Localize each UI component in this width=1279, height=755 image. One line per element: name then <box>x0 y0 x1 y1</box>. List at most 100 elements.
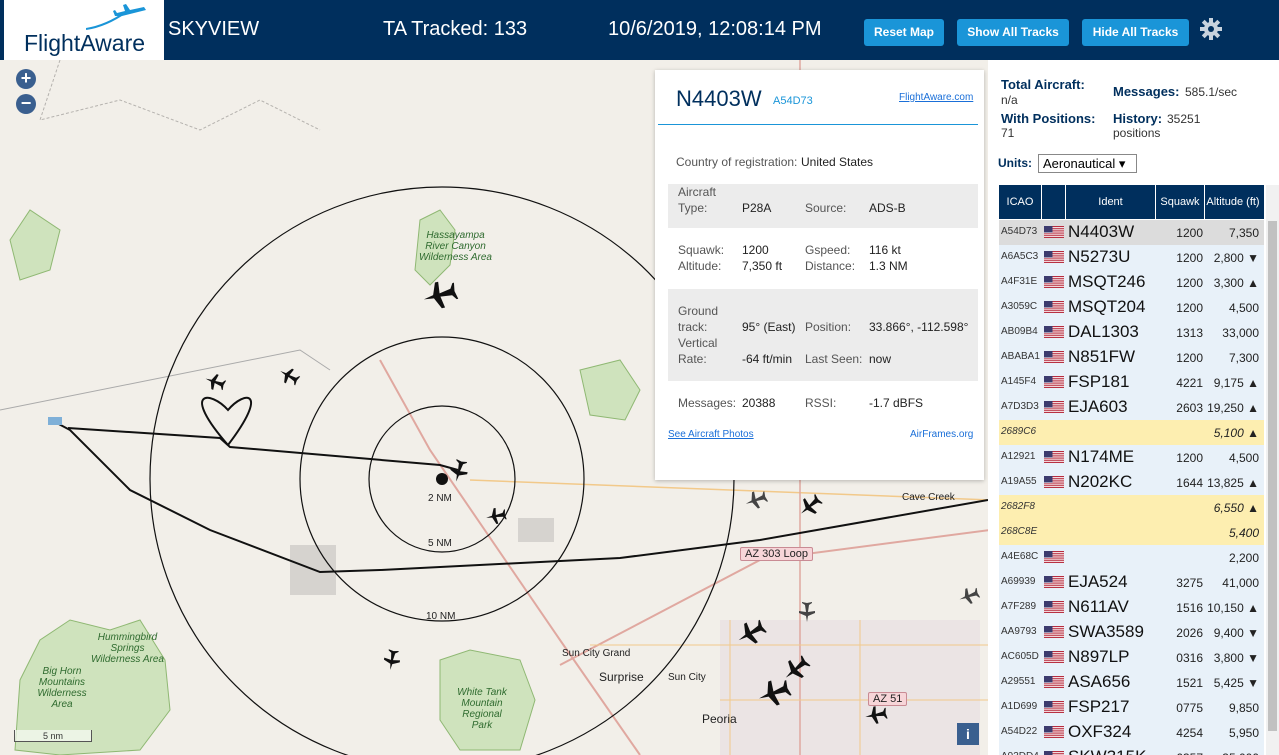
aircraft-icon[interactable] <box>203 370 227 394</box>
reset-map-button[interactable]: Reset Map <box>864 19 944 46</box>
icao-cell: A4E68C <box>1001 551 1039 562</box>
squawk-cell: 1521 <box>1176 676 1203 690</box>
squawk-cell: 1516 <box>1176 601 1203 615</box>
plane-logo-icon <box>86 4 146 30</box>
messages-label: Messages: <box>678 396 737 410</box>
urban-block <box>518 518 554 542</box>
park-label: Big Horn Mountains Wilderness Area <box>37 666 87 710</box>
popup-ident: N4403W <box>676 86 762 111</box>
column-header-flag[interactable] <box>1042 185 1066 219</box>
aircraft-icon[interactable] <box>755 674 793 712</box>
table-header: ICAO Ident Squawk Altitude (ft) <box>999 185 1264 219</box>
aircraft-photos-link[interactable]: See Aircraft Photos <box>668 429 754 440</box>
table-row[interactable]: A69939 EJA524 3275 41,000 <box>999 570 1264 595</box>
table-row[interactable]: ABABA1 N851FW 1200 7,300 <box>999 345 1264 370</box>
altitude-cell: 9,400 ▼ <box>1213 626 1259 640</box>
us-flag-icon <box>1044 551 1064 563</box>
table-row[interactable]: A6A5C3 N5273U 1200 2,800 ▼ <box>999 245 1264 270</box>
icao-cell: A7D3D3 <box>1001 401 1039 412</box>
map-scale: 5 nm <box>14 730 92 742</box>
table-row[interactable]: A19A55 N202KC 1644 13,825 ▲ <box>999 470 1264 495</box>
table-row[interactable]: A4E68C 2,200 <box>999 545 1264 570</box>
us-flag-icon <box>1044 701 1064 713</box>
show-all-tracks-button[interactable]: Show All Tracks <box>957 19 1069 46</box>
ident-cell: N851FW <box>1068 347 1136 366</box>
ident-cell: N202KC <box>1068 472 1133 491</box>
units-select[interactable]: Aeronautical ▾ <box>1038 154 1137 173</box>
table-row[interactable]: A1D699 FSP217 0775 9,850 <box>999 695 1264 720</box>
aircraft-icon[interactable] <box>743 487 769 513</box>
table-row[interactable]: A54D73 N4403W 1200 7,350 <box>999 220 1264 245</box>
icao-cell: A7F289 <box>1001 601 1037 612</box>
aircraft-icon[interactable] <box>734 616 768 650</box>
table-row[interactable]: A12921 N174ME 1200 4,500 <box>999 445 1264 470</box>
aircraft-icon[interactable] <box>795 600 819 624</box>
table-row[interactable]: A7F289 N611AV 1516 10,150 ▲ <box>999 595 1264 620</box>
table-row[interactable]: 2689C6 5,100 ▲ <box>999 420 1264 445</box>
us-flag-icon <box>1044 326 1064 338</box>
icao-cell: AB09B4 <box>1001 326 1038 337</box>
park-area-nw <box>9 209 61 281</box>
rssi-label: RSSI: <box>805 396 837 410</box>
icao-cell: A93DD4 <box>1001 751 1039 755</box>
ident-cell: SKW315K <box>1068 747 1146 755</box>
rssi-value: -1.7 dBFS <box>869 396 924 410</box>
aircraft-icon[interactable] <box>796 492 824 520</box>
column-header-altitude[interactable]: Altitude (ft) <box>1205 185 1261 219</box>
us-flag-icon <box>1044 751 1064 755</box>
table-row[interactable]: A93DD4 SKW315K 6357 35,000 <box>999 745 1264 755</box>
ident-cell: SWA3589 <box>1068 622 1144 641</box>
ident-cell: N611AV <box>1068 597 1129 616</box>
column-header-icao[interactable]: ICAO <box>999 185 1042 219</box>
zoom-out-button[interactable]: − <box>16 94 36 114</box>
table-row[interactable]: AB09B4 DAL1303 1313 33,000 <box>999 320 1264 345</box>
table-row[interactable]: A7D3D3 EJA603 2603 19,250 ▲ <box>999 395 1264 420</box>
table-row[interactable]: 2682F8 6,550 ▲ <box>999 495 1264 520</box>
hide-all-tracks-button[interactable]: Hide All Tracks <box>1082 19 1189 46</box>
aircraft-icon[interactable] <box>484 504 508 528</box>
park-label: Hummingbird Springs Wilderness Area <box>91 632 164 665</box>
ident-cell: N174ME <box>1068 447 1135 466</box>
table-row[interactable]: AA9793 SWA3589 2026 9,400 ▼ <box>999 620 1264 645</box>
altitude-cell: 9,175 ▲ <box>1213 376 1259 390</box>
table-scrollbar[interactable] <box>1266 185 1279 755</box>
map-info-button[interactable]: i <box>957 723 979 745</box>
us-flag-icon <box>1044 576 1064 588</box>
icao-cell: A6A5C3 <box>1001 251 1039 262</box>
aircraft-icon[interactable] <box>420 275 460 315</box>
scrollbar-thumb[interactable] <box>1268 221 1277 731</box>
squawk-cell: 2603 <box>1176 401 1203 415</box>
table-row[interactable]: A4F31E MSQT246 1200 3,300 ▲ <box>999 270 1264 295</box>
table-row[interactable]: AC605D N897LP 0316 3,800 ▼ <box>999 645 1264 670</box>
table-row[interactable]: A54D22 OXF324 4254 5,950 <box>999 720 1264 745</box>
gspeed-value: 116 kt <box>869 243 901 257</box>
flightaware-logo[interactable]: FlightAware <box>4 0 164 60</box>
column-header-squawk[interactable]: Squawk <box>1156 185 1205 219</box>
aircraft-icon[interactable] <box>380 648 404 672</box>
aircraft-type-row: Aircraft Type: P28A Source: ADS-B <box>668 184 978 228</box>
zoom-in-button[interactable]: + <box>16 69 36 89</box>
table-row[interactable]: A29551 ASA656 1521 5,425 ▼ <box>999 670 1264 695</box>
table-row[interactable]: A3059C MSQT204 1200 4,500 <box>999 295 1264 320</box>
altitude-cell: 10,150 ▲ <box>1207 601 1259 615</box>
total-aircraft-value: n/a <box>1001 93 1018 107</box>
icao-cell: 2682F8 <box>1001 501 1035 512</box>
airframes-link[interactable]: AirFrames.org <box>910 429 973 440</box>
aircraft-icon[interactable] <box>277 364 301 388</box>
icao-cell: 268C8E <box>1001 526 1038 537</box>
altitude-cell: 13,825 ▲ <box>1207 476 1259 490</box>
column-header-ident[interactable]: Ident <box>1066 185 1156 219</box>
ident-cell: OXF324 <box>1068 722 1132 741</box>
table-row[interactable]: A145F4 FSP181 4221 9,175 ▲ <box>999 370 1264 395</box>
table-row[interactable]: 268C8E 5,400 <box>999 520 1264 545</box>
altitude-label: Altitude: <box>678 259 722 273</box>
altitude-cell: 2,200 <box>1228 551 1259 565</box>
highway-label: AZ 303 Loop <box>740 547 813 561</box>
aircraft-icon[interactable] <box>863 702 889 728</box>
icao-cell: A12921 <box>1001 451 1036 462</box>
selected-aircraft-icon[interactable] <box>446 458 472 484</box>
gear-icon[interactable] <box>1199 17 1223 41</box>
flightaware-link[interactable]: FlightAware.com <box>899 92 973 103</box>
aircraft-icon[interactable] <box>957 584 981 608</box>
squawk-cell: 1200 <box>1176 351 1203 365</box>
